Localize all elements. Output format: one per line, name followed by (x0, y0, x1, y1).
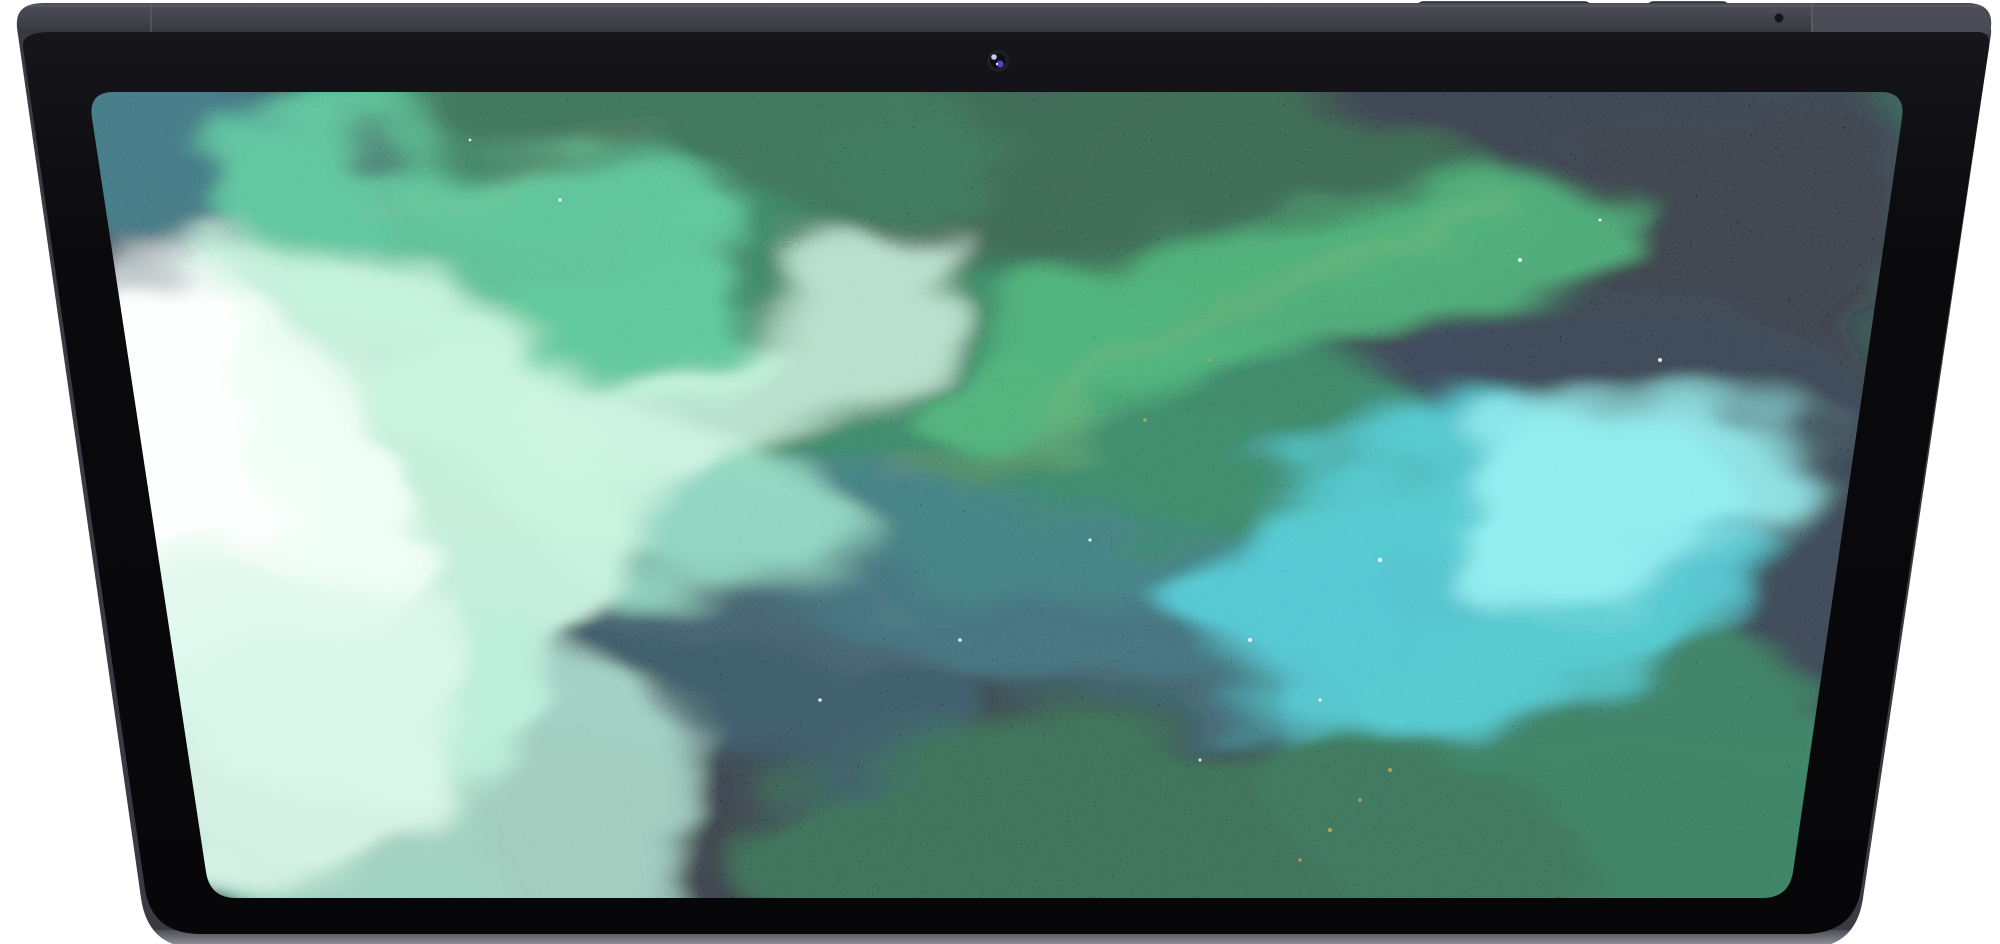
tablet-device (0, 0, 2000, 944)
display-screen (0, 0, 1930, 944)
camera-lens-glint-white (996, 63, 998, 65)
front-camera (987, 50, 1009, 72)
photo-background (0, 0, 2000, 944)
sparkle-grain (88, 92, 1906, 898)
microphone-hole (1775, 14, 1784, 23)
camera-lens-glint-blue (991, 54, 997, 60)
top-edge-highlight (0, 5, 2000, 7)
